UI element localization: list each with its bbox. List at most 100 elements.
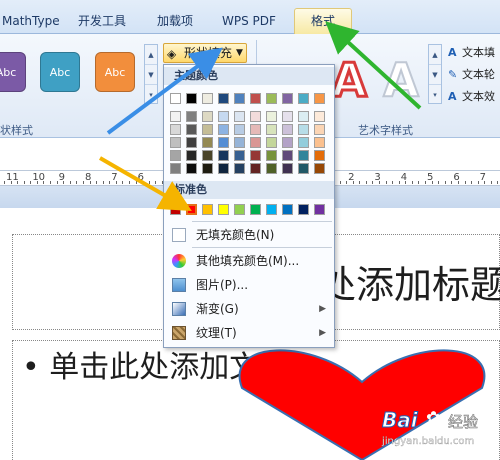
standard-color-swatch[interactable] [282,204,293,215]
theme-shade-swatch[interactable] [298,124,309,135]
theme-shade-swatch[interactable] [234,124,245,135]
text-fill-command[interactable]: A 文本填 [448,44,495,62]
theme-shade-swatch[interactable] [202,137,213,148]
theme-color-swatch[interactable] [186,93,197,104]
theme-shade-swatch[interactable] [170,124,181,135]
theme-shade-swatch[interactable] [186,124,197,135]
theme-shade-swatch[interactable] [266,124,277,135]
theme-shade-swatch[interactable] [282,137,293,148]
theme-shade-swatch[interactable] [170,137,181,148]
theme-shade-swatch[interactable] [170,163,181,174]
theme-shade-swatch[interactable] [298,163,309,174]
theme-shade-swatch[interactable] [202,111,213,122]
shape-style-purple[interactable]: Abc [0,52,26,92]
standard-color-swatch[interactable] [218,204,229,215]
theme-shade-swatch[interactable] [314,124,325,135]
theme-shade-swatch[interactable] [314,163,325,174]
theme-shade-swatch[interactable] [266,150,277,161]
shape-style-blue[interactable]: Abc [40,52,80,92]
ruler-tick [431,181,433,184]
selected-red-swatch[interactable] [186,204,197,215]
theme-color-swatch[interactable] [250,93,261,104]
wordart-scroll[interactable]: ▲ ▼ ▾ [428,44,442,104]
slide-title-text[interactable]: 处添加标题 [318,254,500,309]
ruler-tick [43,181,45,184]
standard-color-swatch[interactable] [202,204,213,215]
theme-shade-swatch[interactable] [218,137,229,148]
wordart-grey-outline[interactable]: A [378,52,424,108]
standard-color-swatch[interactable] [298,204,309,215]
theme-color-swatch[interactable] [314,93,325,104]
tab-mathtype[interactable]: MathType [2,10,62,32]
theme-shade-swatch[interactable] [234,137,245,148]
theme-shade-swatch[interactable] [298,150,309,161]
theme-shade-swatch[interactable] [250,150,261,161]
theme-shade-swatch[interactable] [234,150,245,161]
picture-menu-item[interactable]: 图片(P)... [166,273,332,297]
theme-shade-swatch[interactable] [266,111,277,122]
theme-shade-swatch[interactable] [250,124,261,135]
theme-color-swatch[interactable] [202,93,213,104]
theme-shade-swatch[interactable] [186,137,197,148]
theme-shade-swatch[interactable] [250,137,261,148]
theme-shade-swatch[interactable] [282,150,293,161]
theme-color-swatch[interactable] [170,93,181,104]
theme-shade-swatch[interactable] [186,111,197,122]
tab-wps-pdf[interactable]: WPS PDF [222,10,282,32]
standard-color-swatch[interactable] [250,204,261,215]
scroll-down-icon[interactable]: ▼ [145,65,157,85]
theme-shade-swatch[interactable] [298,111,309,122]
theme-color-swatch[interactable] [234,93,245,104]
theme-shade-swatch[interactable] [234,163,245,174]
shape-fill-button[interactable]: ◈ 形状填充 ▼ [163,43,247,63]
scroll-up-icon[interactable]: ▲ [145,45,157,65]
theme-shade-swatch[interactable] [186,163,197,174]
theme-shade-swatch[interactable] [218,111,229,122]
theme-shade-swatch[interactable] [170,111,181,122]
theme-shade-swatch[interactable] [282,124,293,135]
theme-shade-swatch[interactable] [282,111,293,122]
tab-format[interactable]: 格式 [294,8,352,34]
theme-shade-swatch[interactable] [234,111,245,122]
theme-shade-swatch[interactable] [202,150,213,161]
tab-addins[interactable]: 加载项 [157,10,207,32]
theme-shade-swatch[interactable] [266,137,277,148]
text-outline-command[interactable]: ✎ 文本轮 [448,66,495,84]
theme-shade-swatch[interactable] [298,137,309,148]
standard-color-swatch[interactable] [266,204,277,215]
theme-shade-swatch[interactable] [250,111,261,122]
standard-color-swatch[interactable] [314,204,325,215]
text-effects-command[interactable]: A 文本效 [448,88,495,106]
gradient-menu-item[interactable]: 渐变(G) ▶ [166,297,332,321]
more-fill-colors-menu-item[interactable]: 其他填充颜色(M)... [166,249,332,273]
theme-shade-swatch[interactable] [170,150,181,161]
scroll-down-icon[interactable]: ▼ [429,65,441,85]
scroll-up-icon[interactable]: ▲ [429,45,441,65]
shape-style-scroll[interactable]: ▲ ▼ ▾ [144,44,158,104]
theme-shade-swatch[interactable] [186,150,197,161]
more-icon[interactable]: ▾ [429,85,441,105]
no-fill-menu-item[interactable]: 无填充颜色(N) [166,223,332,247]
theme-shade-swatch[interactable] [202,163,213,174]
theme-shade-swatch[interactable] [218,124,229,135]
theme-color-swatch[interactable] [298,93,309,104]
theme-shade-swatch[interactable] [218,163,229,174]
theme-color-swatch[interactable] [282,93,293,104]
theme-shade-swatch[interactable] [314,150,325,161]
standard-color-swatch[interactable] [170,204,181,215]
theme-shade-swatch[interactable] [314,111,325,122]
theme-shade-swatch[interactable] [282,163,293,174]
standard-color-swatch[interactable] [234,204,245,215]
theme-color-swatch[interactable] [218,93,229,104]
more-icon[interactable]: ▾ [145,85,157,105]
theme-shade-swatch[interactable] [218,150,229,161]
theme-shade-swatch[interactable] [266,163,277,174]
shape-style-orange[interactable]: Abc [95,52,135,92]
theme-shade-swatch[interactable] [202,124,213,135]
texture-menu-item[interactable]: 纹理(T) ▶ [166,321,332,345]
tab-developer[interactable]: 开发工具 [78,10,138,32]
ruler-tick [392,181,394,184]
theme-shade-swatch[interactable] [314,137,325,148]
theme-shade-swatch[interactable] [250,163,261,174]
theme-color-swatch[interactable] [266,93,277,104]
